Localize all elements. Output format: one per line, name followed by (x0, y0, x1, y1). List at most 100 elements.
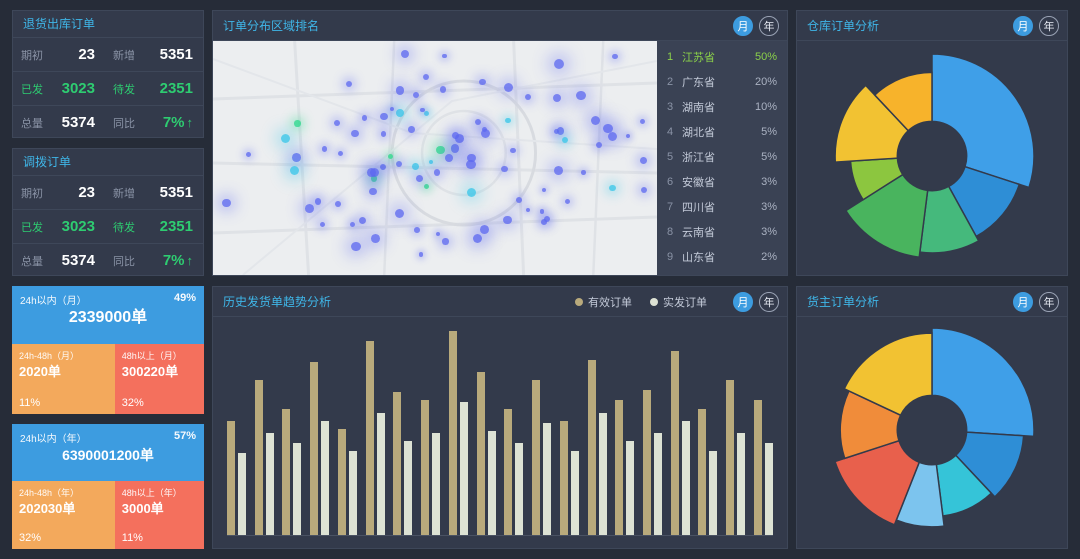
outbound-panel-title: 退货出库订单 (23, 17, 96, 31)
bar-实发订单[interactable] (515, 443, 524, 535)
heat-dot-blue-icon (554, 58, 565, 69)
ranking-row: 7 四川省 3% (667, 200, 777, 214)
bar-group[interactable] (393, 331, 413, 535)
bar-group[interactable] (476, 331, 496, 535)
heat-dot-blue-icon (581, 170, 586, 175)
tile-value: 3000单 (121, 501, 164, 516)
year-toggle-button[interactable]: 年 (759, 15, 779, 36)
bar-实发订单[interactable] (487, 430, 496, 535)
bar-group[interactable] (254, 331, 274, 535)
bar-实发订单[interactable] (654, 433, 663, 535)
timeliness-year-tiles: 24h以内（年） 57% 6390001200单 24h-48h（年） 2020… (12, 424, 204, 549)
over-48h-month-tile: 48h以上（月） 300220单 32% (114, 344, 204, 414)
order-heatmap[interactable] (213, 41, 657, 275)
bar-实发订单[interactable] (265, 433, 274, 535)
month-toggle-button[interactable]: 月 (733, 15, 753, 36)
month-toggle-button[interactable]: 月 (1013, 15, 1033, 36)
year-toggle-button[interactable]: 年 (1039, 15, 1059, 36)
bar-group[interactable] (615, 331, 635, 535)
bar-实发订单[interactable] (404, 441, 413, 535)
bar-group[interactable] (753, 331, 773, 535)
heat-dot-blue-icon (436, 231, 441, 236)
bar-group[interactable] (448, 331, 468, 535)
period-toggle-group: 月 年 (733, 15, 779, 36)
bar-有效订单[interactable] (365, 341, 374, 535)
within-24h-year-tile: 24h以内（年） 57% 6390001200单 (12, 424, 204, 481)
bar-有效订单[interactable] (393, 392, 402, 535)
owner-donut-chart[interactable] (826, 324, 1038, 541)
heat-dot-blue-icon (395, 86, 405, 96)
bar-有效订单[interactable] (559, 420, 568, 535)
bar-group[interactable] (337, 331, 357, 535)
bar-有效订单[interactable] (476, 371, 485, 535)
month-toggle-button[interactable]: 月 (733, 291, 753, 312)
bar-group[interactable] (227, 331, 246, 535)
bar-group[interactable] (365, 331, 385, 535)
bar-有效订单[interactable] (310, 361, 319, 535)
timeliness-month-tiles: 24h以内（月） 49% 2339000单 24h-48h（月） 2020单 1… (12, 286, 204, 414)
heat-dot-blue-icon (408, 126, 415, 134)
bar-实发订单[interactable] (681, 420, 690, 535)
bar-实发订单[interactable] (321, 420, 330, 535)
bar-有效订单[interactable] (254, 379, 263, 535)
bar-实发订单[interactable] (238, 453, 246, 535)
year-toggle-button[interactable]: 年 (759, 291, 779, 312)
bar-实发订单[interactable] (543, 422, 552, 535)
bar-有效订单[interactable] (421, 400, 430, 535)
bar-group[interactable] (282, 331, 302, 535)
bar-group[interactable] (587, 331, 607, 535)
bar-group[interactable] (670, 331, 690, 535)
bar-有效订单[interactable] (753, 400, 762, 535)
bar-有效订单[interactable] (227, 420, 235, 535)
bar-实发订单[interactable] (293, 443, 302, 535)
heat-dot-blue-icon (245, 152, 251, 158)
bar-实发订单[interactable] (459, 402, 468, 535)
bar-实发订单[interactable] (626, 441, 635, 535)
heat-dot-blue-icon (607, 132, 617, 142)
bar-有效订单[interactable] (448, 331, 457, 535)
bar-有效订单[interactable] (504, 408, 513, 535)
bar-group[interactable] (310, 331, 330, 535)
month-toggle-button[interactable]: 月 (1013, 291, 1033, 312)
heat-dot-cyan-icon (424, 110, 430, 116)
bar-实发订单[interactable] (348, 451, 357, 535)
bar-实发订单[interactable] (709, 451, 718, 535)
warehouse-donut-chart[interactable] (826, 50, 1038, 267)
heat-dot-green-icon (436, 145, 445, 155)
bar-有效订单[interactable] (643, 390, 652, 535)
bar-实发订单[interactable] (764, 443, 773, 535)
ranking-row: 2 广东省 20% (667, 75, 777, 89)
bar-有效订单[interactable] (698, 408, 707, 535)
heat-dot-blue-icon (367, 167, 376, 177)
panel-header: 历史发货单趋势分析 有效订单 实发订单 月 年 (213, 287, 787, 317)
bar-实发订单[interactable] (432, 433, 441, 535)
bar-有效订单[interactable] (532, 379, 541, 535)
bar-有效订单[interactable] (615, 400, 624, 535)
bar-有效订单[interactable] (670, 351, 679, 535)
bar-有效订单[interactable] (587, 359, 596, 535)
bar-实发订单[interactable] (737, 433, 746, 535)
bar-group[interactable] (698, 331, 718, 535)
bar-有效订单[interactable] (337, 428, 346, 535)
bar-group[interactable] (559, 331, 579, 535)
outbound-orders-panel: 退货出库订单 期初 23 新增 5351 已发 3023 待发 2351 总量 … (12, 10, 204, 138)
pie-slice[interactable] (931, 327, 1035, 438)
tile-percent: 49% (173, 292, 196, 304)
bar-group[interactable] (421, 331, 441, 535)
year-toggle-button[interactable]: 年 (1039, 291, 1059, 312)
pie-slice[interactable] (931, 52, 1035, 188)
bar-有效订单[interactable] (726, 379, 735, 535)
bar-group[interactable] (726, 331, 746, 535)
bar-有效订单[interactable] (282, 408, 291, 535)
bar-实发订单[interactable] (376, 412, 385, 535)
bar-实发订单[interactable] (570, 451, 579, 535)
stat-label: 期初 (13, 37, 47, 71)
heat-dot-blue-icon (479, 78, 487, 86)
bar-group[interactable] (643, 331, 663, 535)
bar-group[interactable] (532, 331, 552, 535)
trend-bar-chart[interactable] (227, 331, 773, 536)
heat-dot-blue-icon (359, 216, 367, 224)
order-distribution-panel: 订单分布区域排名 月 年 1 江苏省 50% 2 广东省 20% 3 湖南省 1… (212, 10, 788, 276)
bar-group[interactable] (504, 331, 524, 535)
bar-实发订单[interactable] (598, 412, 607, 535)
